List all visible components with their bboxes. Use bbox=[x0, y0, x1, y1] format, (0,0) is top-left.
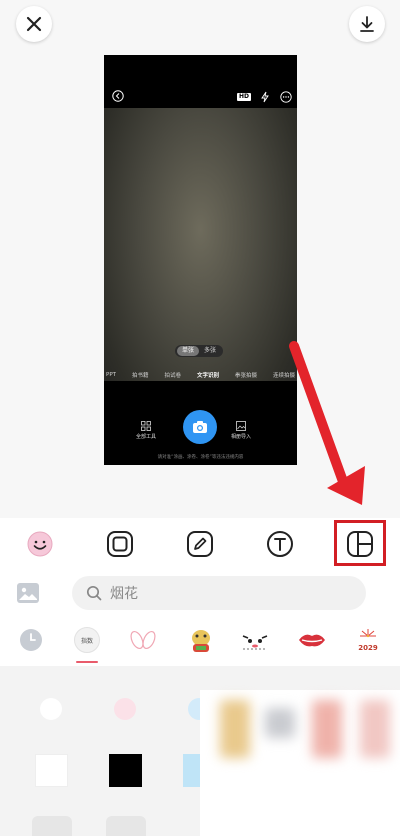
category-tag: 指数 bbox=[74, 627, 100, 653]
multi-shot-option[interactable]: 多张 bbox=[199, 346, 221, 356]
grid-icon bbox=[141, 421, 151, 431]
pink-dot-swatch[interactable] bbox=[114, 698, 136, 720]
import-image-label: 相册导入 bbox=[230, 434, 251, 440]
bunny-ears-sticker-category[interactable] bbox=[127, 624, 159, 656]
download-icon bbox=[360, 16, 374, 32]
draw-tool-button[interactable] bbox=[185, 529, 215, 559]
square-frame-icon bbox=[107, 531, 133, 557]
sticker-item[interactable] bbox=[32, 816, 72, 836]
gallery-icon[interactable] bbox=[17, 583, 39, 603]
recent-category[interactable] bbox=[15, 624, 47, 656]
category-selected[interactable]: 指数 bbox=[71, 624, 103, 656]
all-tools-button[interactable]: 全部工具 bbox=[126, 421, 166, 440]
blurred-sticker bbox=[360, 700, 390, 758]
preview-area: HD 单张 多张 PPT 拍书籍 拍试卷 文字识别 拳张拍摄 连续拍摄 全部工具… bbox=[0, 0, 400, 518]
mascot-icon bbox=[192, 630, 210, 652]
mascot-sticker-category[interactable] bbox=[185, 624, 217, 656]
shot-count-toggle[interactable]: 单张 多张 bbox=[175, 345, 224, 357]
shutter-button[interactable] bbox=[183, 410, 217, 444]
text-tool-button[interactable] bbox=[265, 529, 295, 559]
cartoon-eyes-icon bbox=[242, 635, 268, 650]
download-button[interactable] bbox=[349, 6, 385, 42]
white-dot-swatch[interactable] bbox=[40, 698, 62, 720]
text-t-icon bbox=[267, 531, 293, 557]
mode-item[interactable]: PPT bbox=[106, 372, 116, 378]
all-tools-label: 全部工具 bbox=[135, 434, 156, 440]
back-icon bbox=[112, 90, 124, 102]
white-square-swatch[interactable] bbox=[35, 754, 68, 787]
mode-strip: PPT 拍书籍 拍试卷 文字识别 拳张拍摄 连续拍摄 bbox=[104, 369, 297, 381]
year-label: 2029 bbox=[358, 644, 378, 652]
close-button[interactable] bbox=[16, 6, 52, 42]
sticker-search-input[interactable]: 烟花 bbox=[72, 576, 366, 610]
hd-badge[interactable]: HD bbox=[237, 93, 252, 101]
pencil-icon bbox=[187, 531, 213, 557]
cartoon-eyes-sticker-category[interactable] bbox=[239, 624, 271, 656]
image-icon bbox=[236, 421, 246, 431]
mode-item[interactable]: 拍试卷 bbox=[164, 371, 181, 379]
sticker-category-row: 指数 2029 bbox=[0, 618, 400, 666]
mode-item[interactable]: 拳张拍摄 bbox=[235, 371, 257, 379]
search-placeholder: 烟花 bbox=[110, 586, 138, 602]
lips-icon bbox=[299, 634, 325, 647]
blurred-sticker bbox=[265, 708, 295, 738]
bunny-ears-icon bbox=[130, 630, 156, 650]
flash-icon[interactable] bbox=[260, 91, 270, 103]
new-year-sticker-category[interactable]: 2029 bbox=[352, 624, 384, 656]
search-icon bbox=[86, 585, 102, 601]
mode-item[interactable]: 拍书籍 bbox=[132, 371, 149, 379]
camera-viewfinder bbox=[104, 108, 297, 413]
frame-tool-button[interactable] bbox=[105, 529, 135, 559]
phone-top-bar bbox=[104, 55, 297, 83]
category-selected-underline bbox=[76, 661, 98, 663]
import-image-button[interactable]: 相册导入 bbox=[221, 421, 261, 440]
highlight-box bbox=[334, 520, 386, 566]
sticker-item[interactable] bbox=[106, 816, 146, 836]
phone-screenshot-preview: HD 单张 多张 PPT 拍书籍 拍试卷 文字识别 拳张拍摄 连续拍摄 全部工具… bbox=[104, 55, 297, 465]
compliance-hint: 请对准“涂画、涂卷、涂卷”等违法违规内容 bbox=[157, 455, 244, 460]
lips-sticker-category[interactable] bbox=[296, 624, 328, 656]
blurred-sticker bbox=[312, 700, 342, 758]
firework-icon bbox=[360, 629, 376, 638]
mode-item[interactable]: 连续拍摄 bbox=[273, 371, 295, 379]
black-square-swatch[interactable] bbox=[109, 754, 142, 787]
clock-icon bbox=[20, 629, 42, 651]
close-icon bbox=[26, 16, 42, 32]
smiley-icon bbox=[27, 531, 53, 557]
camera-icon bbox=[193, 421, 207, 433]
sticker-search-row: 烟花 bbox=[0, 570, 400, 618]
mode-item-current[interactable]: 文字识别 bbox=[197, 371, 219, 379]
sticker-tool-button[interactable] bbox=[25, 529, 55, 559]
blurred-sticker bbox=[220, 700, 250, 758]
more-icon[interactable] bbox=[280, 91, 292, 103]
single-shot-option[interactable]: 单张 bbox=[177, 346, 200, 356]
